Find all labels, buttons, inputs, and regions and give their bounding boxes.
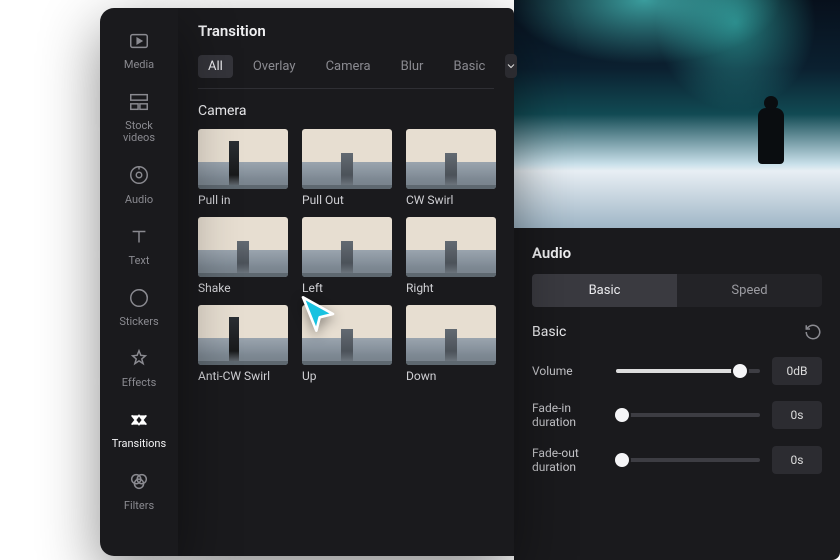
transition-thumb-label: Anti-CW Swirl [198, 369, 288, 383]
chevron-down-icon [505, 60, 517, 72]
transition-thumb-label: Left [302, 281, 392, 295]
right-panel: Audio BasicSpeed Basic Volume 0dB Fade-i… [514, 0, 840, 560]
transition-thumb-label: Pull in [198, 193, 288, 207]
tab-blur[interactable]: Blur [391, 55, 434, 78]
rail-item-transitions[interactable]: Transitions [109, 401, 169, 458]
panel-title: Transition [198, 22, 494, 40]
tab-camera[interactable]: Camera [316, 55, 381, 78]
rail-item-label: Audio [125, 194, 153, 206]
transition-thumb-label: Pull Out [302, 193, 392, 207]
slider-knob[interactable] [615, 453, 629, 467]
control-value: 0s [772, 446, 822, 474]
transition-thumb-label: Up [302, 369, 392, 383]
rail-item-stickers[interactable]: Stickers [109, 279, 169, 336]
rail-item-label: Filters [124, 500, 154, 512]
transition-thumb[interactable]: Anti-CW Swirl [198, 305, 288, 383]
tab-all[interactable]: All [198, 55, 233, 78]
audio-subhead: Basic [532, 324, 566, 340]
rail-item-label: Text [129, 255, 150, 267]
transition-thumb[interactable]: Right [406, 217, 496, 295]
rail-item-label: Media [124, 59, 154, 71]
segment-speed[interactable]: Speed [677, 274, 822, 307]
rail-item-media[interactable]: Media [109, 22, 169, 79]
slider-knob[interactable] [615, 408, 629, 422]
rail-item-label: Stickers [119, 316, 158, 328]
slider[interactable] [616, 413, 760, 417]
rail-item-filters[interactable]: Filters [109, 462, 169, 519]
filters-icon [128, 470, 150, 495]
slider[interactable] [616, 458, 760, 462]
rail-item-effects[interactable]: Effects [109, 340, 169, 397]
slider-knob[interactable] [733, 364, 747, 378]
transition-thumb-label: Right [406, 281, 496, 295]
transitions-icon [128, 409, 150, 434]
control-label: Volume [532, 364, 604, 378]
rail-item-label: Transitions [112, 438, 166, 450]
tab-overlay[interactable]: Overlay [243, 55, 306, 78]
transition-thumb-label: Down [406, 369, 496, 383]
control-label: Fade-in duration [532, 401, 604, 430]
video-preview[interactable] [514, 0, 840, 228]
transition-category-tabs: All Overlay Camera Blur Basic [198, 54, 494, 89]
transition-thumb-image [406, 305, 496, 365]
transitions-panel: Transition All Overlay Camera Blur Basic Cam… [178, 8, 514, 556]
tabs-more-button[interactable] [505, 54, 517, 78]
transition-thumb-image [302, 217, 392, 277]
segment-basic[interactable]: Basic [532, 274, 677, 307]
reset-icon[interactable] [804, 323, 822, 341]
audio-icon [128, 164, 150, 189]
stock-icon [128, 91, 150, 116]
rail-item-label: Effects [122, 377, 157, 389]
control-value: 0dB [772, 357, 822, 385]
transition-thumb[interactable]: CW Swirl [406, 129, 496, 207]
rail-item-audio[interactable]: Audio [109, 156, 169, 213]
transition-thumb-image [198, 305, 288, 365]
transition-thumb[interactable]: Pull Out [302, 129, 392, 207]
audio-panel-title: Audio [514, 228, 840, 274]
rail-item-stockvideos[interactable]: Stockvideos [109, 83, 169, 152]
control-value: 0s [772, 401, 822, 429]
transition-thumb[interactable]: Left [302, 217, 392, 295]
audio-control-row: Volume 0dB [514, 349, 840, 393]
transition-thumb-image [406, 217, 496, 277]
slider[interactable] [616, 369, 760, 373]
transition-thumb[interactable]: Up [302, 305, 392, 383]
tab-basic[interactable]: Basic [443, 55, 495, 78]
section-label: Camera [198, 103, 494, 119]
transition-thumb-image [406, 129, 496, 189]
transition-grid: Pull in Pull Out CW Swirl Shake Left Rig… [198, 129, 494, 383]
rail-item-text[interactable]: Text [109, 218, 169, 275]
transition-thumb-image [198, 129, 288, 189]
transition-thumb-image [302, 129, 392, 189]
left-nav-rail: Media Stockvideos Audio Text Stickers Ef… [100, 8, 178, 556]
audio-segment-tabs: BasicSpeed [532, 274, 822, 307]
transition-thumb[interactable]: Shake [198, 217, 288, 295]
transition-thumb-image [302, 305, 392, 365]
audio-control-row: Fade-out duration 0s [514, 438, 840, 483]
text-icon [128, 226, 150, 251]
media-icon [128, 30, 150, 55]
transition-thumb[interactable]: Down [406, 305, 496, 383]
audio-control-row: Fade-in duration 0s [514, 393, 840, 438]
stickers-icon [128, 287, 150, 312]
transition-thumb-label: CW Swirl [406, 193, 496, 207]
effects-icon [128, 348, 150, 373]
transition-thumb[interactable]: Pull in [198, 129, 288, 207]
transition-thumb-label: Shake [198, 281, 288, 295]
rail-item-label: Stockvideos [123, 120, 155, 144]
control-label: Fade-out duration [532, 446, 604, 475]
transition-thumb-image [198, 217, 288, 277]
